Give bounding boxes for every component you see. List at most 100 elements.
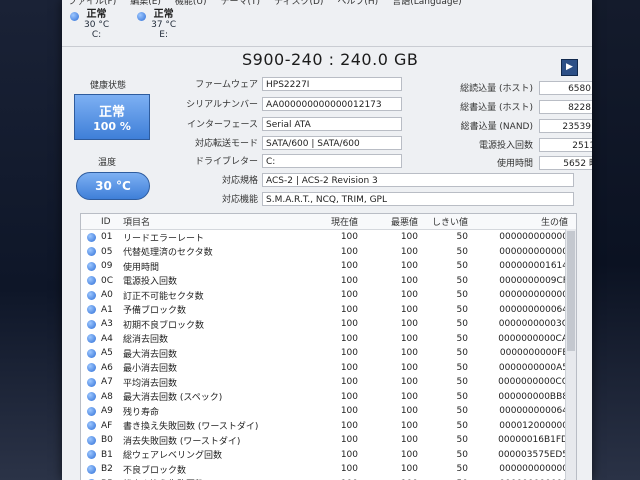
attribute-raw: 00000016B1FD — [498, 435, 568, 446]
firmware-row: ファームウェア HPS2227I — [158, 76, 402, 91]
header-worst[interactable]: 最悪値 — [358, 215, 418, 228]
attribute-worst: 100 — [400, 333, 418, 344]
table-row[interactable]: B1 総ウェアレベリング回数 100 100 50 000003575ED5 — [81, 448, 576, 463]
attribute-id: A3 — [101, 319, 113, 330]
menu-file[interactable]: ファイル(F) — [68, 0, 116, 8]
attribute-raw: 000000000000 — [499, 290, 568, 301]
interface-row: インターフェース Serial ATA — [158, 116, 402, 131]
table-row[interactable]: 09 使用時間 100 100 50 000000001614 — [81, 259, 576, 274]
status-dot-icon — [86, 421, 96, 431]
drive-e-button[interactable]: 正常 37 °C E: — [137, 8, 176, 46]
temperature-badge[interactable]: 30 °C — [76, 172, 150, 200]
features-value: S.M.A.R.T., NCQ, TRIM, GPL — [262, 191, 574, 206]
drive-letter-row: ドライブレター C: — [158, 153, 402, 168]
attribute-id: B2 — [101, 464, 113, 475]
attribute-worst: 100 — [400, 420, 418, 431]
attribute-id: AF — [101, 420, 113, 431]
menu-disk[interactable]: ディスク(D) — [274, 0, 323, 8]
attribute-name: 予備ブロック数 — [123, 306, 187, 317]
attribute-current: 100 — [340, 406, 358, 417]
table-row[interactable]: A5 最大消去回数 100 100 50 0000000000FE — [81, 346, 576, 361]
attribute-worst: 100 — [400, 362, 418, 373]
attribute-threshold: 50 — [456, 246, 468, 257]
header-name[interactable]: 項目名 — [123, 215, 298, 228]
status-dot-icon — [86, 247, 96, 257]
menu-theme[interactable]: テーマ(T) — [221, 0, 261, 8]
table-row[interactable]: A7 平均消去回数 100 100 50 0000000000CC — [81, 375, 576, 390]
table-row[interactable]: B5総書き換え失敗回数10010050000000000000 — [81, 477, 576, 480]
attribute-current: 100 — [340, 362, 358, 373]
health-status-badge[interactable]: 正常 100 % — [74, 94, 150, 140]
status-dot-icon — [86, 334, 96, 344]
status-dot-icon — [86, 319, 96, 329]
attribute-id: 0C — [101, 275, 114, 286]
status-cell — [81, 421, 101, 431]
attribute-worst: 100 — [400, 232, 418, 243]
attribute-worst: 100 — [400, 290, 418, 301]
header-threshold[interactable]: しきい値 — [418, 215, 468, 228]
menu-edit[interactable]: 編集(E) — [130, 0, 161, 8]
serial-label: シリアルナンバー — [186, 100, 258, 110]
table-row[interactable]: A0 訂正不可能セクタ数 100 100 50 000000000000 — [81, 288, 576, 303]
host-reads-row: 総読込量 (ホスト) 6580 GB — [427, 80, 592, 95]
attribute-worst: 100 — [400, 261, 418, 272]
table-row[interactable]: AF 書き換え失敗回数 (ワーストダイ) 100 100 50 000012000000 — [81, 419, 576, 434]
status-cell — [81, 406, 101, 416]
table-row[interactable]: B0 消去失敗回数 (ワーストダイ) 100 100 50 00000016B1FD — [81, 433, 576, 448]
firmware-value: HPS2227I — [262, 76, 402, 91]
status-cell — [81, 435, 101, 445]
table-row[interactable]: A9 残り寿命 100 100 50 000000000064 — [81, 404, 576, 419]
attribute-raw: 000000000064 — [499, 304, 568, 315]
status-cell — [81, 392, 101, 402]
drive-selector-bar: 正常 30 °C C: 正常 37 °C E: — [62, 8, 592, 47]
status-dot-icon — [86, 276, 96, 286]
table-row[interactable]: A4 総消去回数 100 100 50 0000000000CA — [81, 332, 576, 347]
attribute-raw: 000000000000 — [499, 464, 568, 475]
status-dot-icon — [86, 450, 96, 460]
table-row[interactable]: A3 初期不良ブロック数 100 100 50 00000000003C — [81, 317, 576, 332]
attribute-raw: 000000000BB8 — [498, 391, 568, 402]
table-row[interactable]: 01 リードエラーレート 100 100 50 000000000000 — [81, 230, 576, 245]
attribute-id: 09 — [101, 261, 113, 272]
table-row[interactable]: 05 代替処理済のセクタ数 100 100 50 000000000000 — [81, 245, 576, 260]
power-hours-row: 使用時間 5652 時間 — [427, 155, 592, 170]
attribute-threshold: 50 — [456, 391, 468, 402]
attribute-id: A5 — [101, 348, 113, 359]
next-drive-button[interactable]: ▶ — [561, 59, 578, 76]
attribute-name: 平均消去回数 — [123, 378, 178, 389]
attribute-id: B0 — [101, 435, 113, 446]
attribute-raw: 000000000000 — [499, 232, 568, 243]
menu-language[interactable]: 言語(Language) — [392, 0, 461, 8]
scrollbar-thumb[interactable] — [567, 231, 575, 351]
header-current[interactable]: 現在値 — [298, 215, 358, 228]
attribute-id: B1 — [101, 449, 113, 460]
smart-attributes-table[interactable]: ID 項目名 現在値 最悪値 しきい値 生の値 01 リードエラーレート 100 10… — [80, 213, 577, 480]
play-icon: ▶ — [566, 62, 573, 72]
attribute-raw: 000000000064 — [499, 406, 568, 417]
attribute-worst: 100 — [400, 449, 418, 460]
table-row[interactable]: B2 不良ブロック数 100 100 50 000000000000 — [81, 462, 576, 477]
status-dot-icon — [86, 406, 96, 416]
drive-c-button[interactable]: 正常 30 °C C: — [70, 8, 109, 46]
table-row[interactable]: A6 最小消去回数 100 100 50 0000000000A5 — [81, 361, 576, 376]
firmware-label: ファームウェア — [195, 80, 258, 90]
menu-help[interactable]: ヘルプ(H) — [337, 0, 378, 8]
attribute-threshold: 50 — [456, 449, 468, 460]
attribute-raw: 0000000000FE — [499, 348, 568, 359]
table-row[interactable]: 0C 電源投入回数 100 100 50 0000000009CF — [81, 274, 576, 289]
table-row[interactable]: A8 最大消去回数 (スペック) 100 100 50 000000000BB8 — [81, 390, 576, 405]
menu-function[interactable]: 機能(U) — [175, 0, 207, 8]
header-raw[interactable]: 生の値 — [468, 215, 568, 228]
serial-value: AA000000000000012173 — [262, 96, 402, 111]
attribute-id: A9 — [101, 406, 113, 417]
attribute-current: 100 — [340, 348, 358, 359]
status-dot-icon — [86, 348, 96, 358]
attribute-current: 100 — [340, 464, 358, 475]
attribute-threshold: 50 — [456, 261, 468, 272]
smart-scrollbar[interactable] — [565, 229, 576, 480]
header-id[interactable]: ID — [101, 217, 123, 227]
nand-writes-row: 総書込量 (NAND) 23539 GB — [427, 118, 592, 133]
table-row[interactable]: A1 予備ブロック数 100 100 50 000000000064 — [81, 303, 576, 318]
status-cell — [81, 290, 101, 300]
drive-temp: 37 °C — [151, 20, 177, 30]
